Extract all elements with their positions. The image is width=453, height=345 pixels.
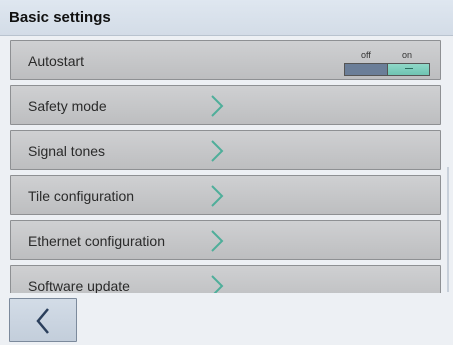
toggle-knob-on[interactable]	[387, 64, 429, 75]
setting-row-safety-mode[interactable]: Safety mode	[10, 85, 441, 125]
setting-row-signal-tones[interactable]: Signal tones	[10, 130, 441, 170]
chevron-right-icon	[211, 275, 224, 293]
settings-list[interactable]: Autostart off on Safety mode Signal tone…	[10, 40, 444, 293]
setting-label-tile-configuration: Tile configuration	[28, 188, 135, 204]
list-scrollbar[interactable]	[446, 42, 450, 294]
setting-row-autostart: Autostart off on	[10, 40, 441, 80]
chevron-right-icon	[211, 95, 224, 117]
toggle-track[interactable]	[344, 63, 430, 76]
toggle-on-label: on	[402, 50, 413, 60]
setting-label-signal-tones: Signal tones	[28, 143, 106, 159]
setting-label-safety-mode: Safety mode	[28, 98, 107, 114]
chevron-right-icon	[211, 230, 224, 252]
chevron-left-icon	[36, 308, 49, 334]
setting-label-software-update: Software update	[28, 278, 130, 293]
bottom-bar	[0, 296, 453, 345]
setting-label-ethernet-configuration: Ethernet configuration	[28, 233, 165, 249]
scrollbar-thumb[interactable]	[447, 167, 449, 292]
setting-row-software-update[interactable]: Software update	[10, 265, 441, 293]
page-title: Basic settings	[9, 9, 111, 26]
setting-row-ethernet-configuration[interactable]: Ethernet configuration	[10, 220, 441, 260]
back-button[interactable]	[9, 298, 77, 342]
autostart-toggle[interactable]: off on	[344, 50, 430, 76]
setting-row-tile-configuration[interactable]: Tile configuration	[10, 175, 441, 215]
title-bar: Basic settings	[0, 0, 453, 36]
chevron-right-icon	[211, 140, 224, 162]
chevron-right-icon	[211, 185, 224, 207]
toggle-knob-mark	[405, 68, 413, 69]
toggle-off-label: off	[361, 50, 371, 60]
setting-label-autostart: Autostart	[28, 53, 85, 69]
